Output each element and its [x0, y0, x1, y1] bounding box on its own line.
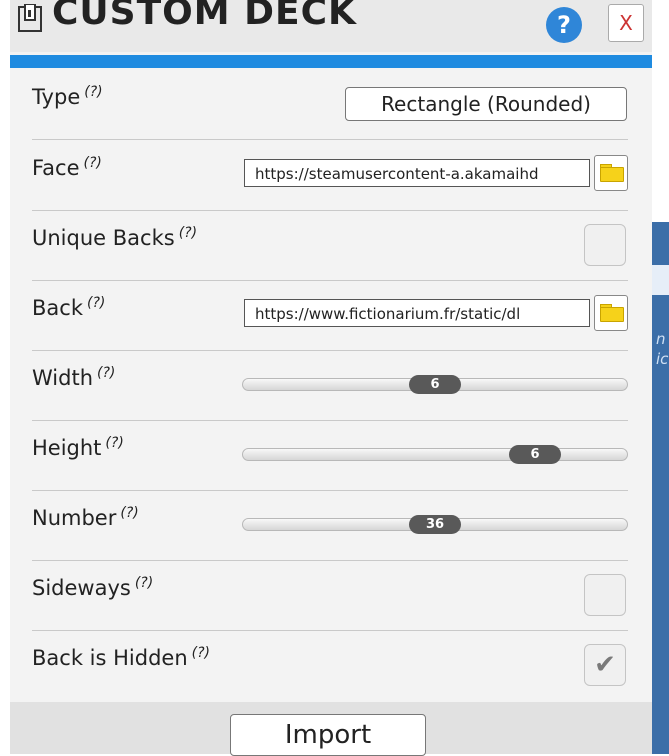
help-marker[interactable]: (?): [97, 365, 115, 381]
back-folder-button[interactable]: [594, 295, 628, 331]
accent-bar: [10, 55, 652, 68]
folder-icon: [600, 167, 624, 182]
number-row: Number (?) 36: [32, 490, 628, 561]
help-marker[interactable]: (?): [120, 505, 138, 521]
help-marker[interactable]: (?): [135, 575, 153, 591]
face-url-input[interactable]: https://steamusercontent-a.akamaihd: [244, 159, 590, 187]
face-row: Face (?) https://steamusercontent-a.akama…: [32, 140, 628, 211]
sideways-checkbox[interactable]: [584, 574, 626, 616]
back-url-input[interactable]: https://www.fictionarium.fr/static/dl: [244, 299, 590, 327]
back-is-hidden-label: Back is Hidden (?): [32, 645, 210, 670]
back-row: Back (?) https://www.fictionarium.fr/stat…: [32, 280, 628, 351]
width-slider[interactable]: 6: [242, 375, 628, 394]
background-app-text: ic: [656, 350, 669, 368]
back-is-hidden-row: Back is Hidden (?) ✔: [32, 630, 628, 700]
custom-deck-dialog: CUSTOM DECK ? X Type (?) Rectangle (Round…: [10, 0, 652, 756]
cards-icon: [18, 4, 42, 32]
number-slider[interactable]: 36: [242, 515, 628, 534]
import-button[interactable]: Import: [230, 714, 426, 756]
type-label: Type (?): [32, 84, 103, 109]
help-marker[interactable]: (?): [192, 645, 210, 661]
help-icon[interactable]: ?: [546, 7, 582, 43]
number-slider-thumb[interactable]: 36: [409, 515, 461, 534]
background-app-text: n: [656, 330, 666, 348]
checkmark-icon: ✔: [594, 650, 616, 680]
width-row: Width (?) 6: [32, 350, 628, 421]
background-app-mark: [652, 265, 669, 295]
width-label: Width (?): [32, 365, 116, 390]
width-slider-thumb[interactable]: 6: [409, 375, 461, 394]
dialog-titlebar[interactable]: CUSTOM DECK ? X: [10, 0, 652, 52]
sideways-label: Sideways (?): [32, 575, 154, 600]
help-marker[interactable]: (?): [105, 435, 123, 451]
number-label: Number (?): [32, 505, 139, 530]
height-row: Height (?) 6: [32, 420, 628, 491]
help-marker[interactable]: (?): [179, 225, 197, 241]
face-folder-button[interactable]: [594, 155, 628, 191]
close-button[interactable]: X: [608, 4, 644, 42]
height-slider[interactable]: 6: [242, 445, 628, 464]
type-dropdown[interactable]: Rectangle (Rounded): [345, 87, 627, 121]
dialog-footer: Import: [10, 702, 652, 756]
help-marker[interactable]: (?): [87, 295, 105, 311]
face-label: Face (?): [32, 155, 102, 180]
height-label: Height (?): [32, 435, 124, 460]
height-slider-thumb[interactable]: 6: [509, 445, 561, 464]
background-app-panel: [652, 222, 669, 754]
back-label: Back (?): [32, 295, 106, 320]
back-is-hidden-checkbox[interactable]: ✔: [584, 644, 626, 686]
dialog-title: CUSTOM DECK: [52, 0, 357, 33]
help-marker[interactable]: (?): [84, 84, 102, 100]
help-marker[interactable]: (?): [84, 155, 102, 171]
sideways-row: Sideways (?): [32, 560, 628, 631]
type-row: Type (?) Rectangle (Rounded): [32, 69, 628, 140]
unique-backs-row: Unique Backs (?): [32, 210, 628, 281]
unique-backs-checkbox[interactable]: [584, 224, 626, 266]
folder-icon: [600, 307, 624, 322]
unique-backs-label: Unique Backs (?): [32, 225, 198, 250]
